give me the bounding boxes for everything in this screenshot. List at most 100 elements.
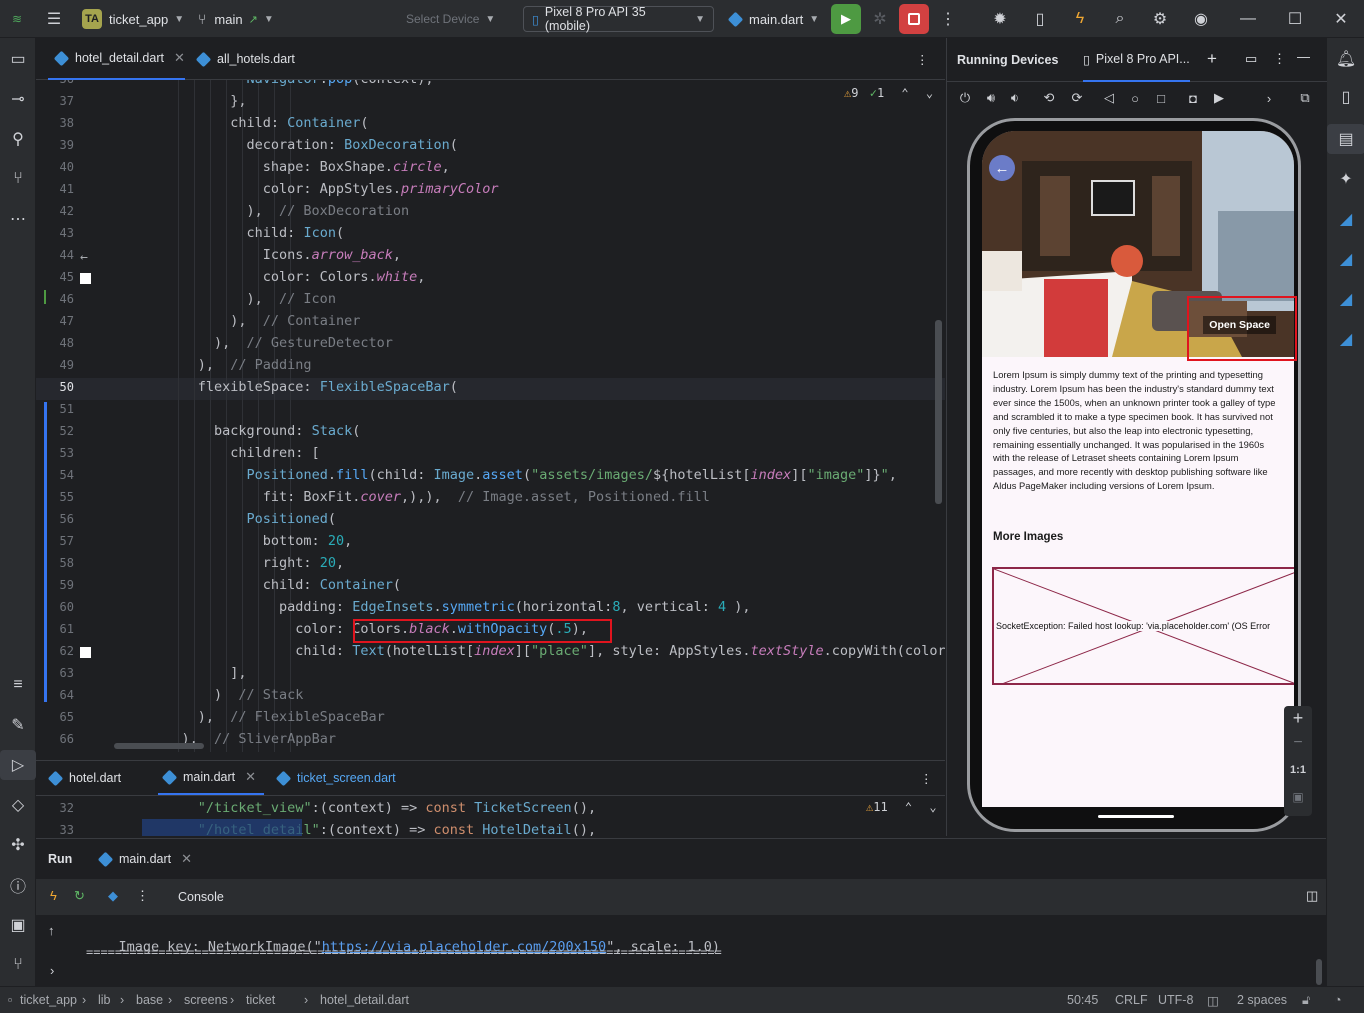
inspection-widget[interactable]: ⚠9 ✓1 ⌃ ⌄: [844, 86, 933, 100]
tab-options-icon[interactable]: ⋮: [920, 761, 933, 795]
device-screen[interactable]: ← Open Space Lorem Ipsum is simply dummy…: [982, 131, 1294, 807]
vertical-scrollbar[interactable]: [935, 320, 942, 504]
zoom-fit-icon[interactable]: ▣: [1284, 790, 1312, 804]
hot-reload-icon[interactable]: ϟ: [50, 888, 57, 903]
line-separator[interactable]: CRLF: [1115, 993, 1148, 1007]
flutter-performance-icon[interactable]: ◢: [1327, 284, 1364, 314]
more-actions-icon[interactable]: ⋮: [934, 0, 962, 38]
close-tab-icon[interactable]: ✕: [174, 50, 185, 66]
debug-icon[interactable]: ✲: [866, 0, 894, 38]
build-icon[interactable]: ✎: [0, 710, 36, 740]
maximize-icon[interactable]: ☐: [1281, 0, 1309, 38]
close-tab-icon[interactable]: ✕: [245, 769, 256, 785]
account-icon[interactable]: ◉: [1187, 0, 1215, 38]
readonly-icon[interactable]: ◫: [1207, 993, 1219, 1008]
home-nav-icon[interactable]: ○: [1125, 88, 1145, 108]
run-config-dropdown[interactable]: main.dart ▼: [727, 0, 819, 38]
hot-restart-icon[interactable]: ↻: [74, 888, 85, 904]
breadcrumb-item[interactable]: ticket: [246, 993, 275, 1007]
minimize-icon[interactable]: —: [1234, 0, 1262, 38]
more-controls-icon[interactable]: ›: [1259, 88, 1279, 108]
add-device-icon[interactable]: +: [1207, 49, 1217, 69]
notifications-icon[interactable]: 🔔︎: [1327, 44, 1364, 74]
overview-nav-icon[interactable]: □: [1151, 88, 1171, 108]
gemini-icon[interactable]: ✦: [1327, 164, 1364, 194]
project-folder-icon[interactable]: ▭: [0, 44, 36, 74]
breadcrumb-item[interactable]: lib: [98, 993, 111, 1007]
tab-main[interactable]: main.dart ✕: [158, 761, 265, 795]
breadcrumb-item[interactable]: base: [136, 993, 163, 1007]
device-dropdown[interactable]: ▯ Pixel 8 Pro API 35 (mobile) ▼: [523, 5, 714, 33]
sdk-manager-icon[interactable]: ▯: [1026, 0, 1054, 38]
power-icon[interactable]: ⏻: [955, 88, 975, 108]
next-highlight-icon[interactable]: ⌄: [926, 86, 933, 100]
lock-icon[interactable]: 🔓︎: [1302, 993, 1310, 1008]
back-nav-icon[interactable]: ◁: [1099, 88, 1119, 108]
commit-icon[interactable]: ⊸: [0, 84, 36, 114]
tab-options-icon[interactable]: ⋮: [916, 38, 929, 80]
screenshot-icon[interactable]: ◘: [1183, 88, 1203, 108]
run-tab-main[interactable]: main.dart ✕: [97, 839, 192, 879]
branch-selector[interactable]: ⑂ main ↗ ▼: [198, 0, 274, 38]
close-tab-icon[interactable]: ✕: [181, 851, 192, 867]
more-tools-icon[interactable]: ⋯: [0, 204, 36, 234]
device-tab[interactable]: ▯ Pixel 8 Pro API...: [1083, 38, 1190, 82]
previous-highlight-icon[interactable]: ⌃: [905, 800, 912, 814]
structure-icon[interactable]: ⚲: [0, 124, 36, 154]
window-layout-icon[interactable]: ▭: [1245, 51, 1257, 67]
inspection-widget[interactable]: ⚠11 ⌃ ⌄: [866, 800, 937, 814]
volume-down-icon[interactable]: 🔉︎: [1005, 88, 1025, 108]
logcat-icon[interactable]: ✣: [0, 830, 36, 860]
mirroring-settings-icon[interactable]: ⧉: [1295, 88, 1315, 108]
indent-setting[interactable]: 2 spaces: [1237, 993, 1287, 1007]
zoom-in-icon[interactable]: +: [1284, 708, 1312, 729]
caret-position[interactable]: 50:45: [1067, 993, 1098, 1007]
settings-gear-icon[interactable]: ⚙: [1146, 0, 1174, 38]
search-icon[interactable]: ⌕: [1106, 0, 1134, 38]
horizontal-scrollbar[interactable]: [114, 743, 204, 749]
console-scrollbar[interactable]: [1316, 959, 1322, 985]
color-swatch-white[interactable]: [80, 273, 91, 284]
expand-icon[interactable]: ›: [50, 963, 54, 978]
version-control-icon[interactable]: ⑂: [0, 950, 36, 980]
scroll-up-icon[interactable]: ↑: [48, 923, 55, 938]
stop-button[interactable]: [899, 4, 929, 34]
main-menu-icon[interactable]: ☰: [40, 0, 68, 38]
breadcrumb-item[interactable]: screens: [184, 993, 228, 1007]
layout-toggle-icon[interactable]: ◫: [1306, 888, 1318, 904]
breadcrumb-item[interactable]: ticket_app: [20, 993, 77, 1007]
screen-record-icon[interactable]: ▶: [1209, 88, 1229, 108]
hide-panel-icon[interactable]: —: [1297, 49, 1310, 64]
console-tab[interactable]: Console: [178, 890, 224, 904]
profiler-icon[interactable]: ◇: [0, 790, 36, 820]
todo-icon[interactable]: ≡: [0, 670, 36, 700]
tab-hotel-detail[interactable]: hotel_detail.dart ✕: [48, 38, 185, 80]
device-manager-icon[interactable]: ✹: [986, 0, 1014, 38]
next-highlight-icon[interactable]: ⌄: [929, 800, 936, 814]
back-button[interactable]: ←: [989, 155, 1015, 181]
pull-requests-icon[interactable]: ⑂: [0, 164, 36, 194]
memory-indicator-icon[interactable]: ◔: [1334, 993, 1342, 1007]
volume-up-icon[interactable]: 🔊︎: [981, 88, 1001, 108]
flutter-inspector-icon[interactable]: ◢: [1327, 204, 1364, 234]
file-encoding[interactable]: UTF-8: [1158, 993, 1193, 1007]
zoom-actual-size[interactable]: 1:1: [1284, 764, 1312, 776]
previous-highlight-icon[interactable]: ⌃: [901, 86, 908, 100]
flutter-deep-links-icon[interactable]: ◢: [1327, 324, 1364, 354]
code-editor[interactable]: 36 Navigator.pop(context), 37 }, 38 child:…: [36, 80, 945, 752]
tab-hotel[interactable]: hotel.dart: [47, 761, 121, 795]
hot-reload-icon[interactable]: ϟ: [1066, 0, 1094, 38]
close-window-icon[interactable]: ✕: [1327, 0, 1355, 38]
rotate-left-icon[interactable]: ⟲: [1039, 88, 1059, 108]
tab-all-hotels[interactable]: all_hotels.dart: [195, 38, 295, 80]
running-devices-icon[interactable]: ▤: [1327, 124, 1364, 154]
breadcrumb-item[interactable]: hotel_detail.dart: [320, 993, 409, 1007]
run-button[interactable]: ▶: [831, 4, 861, 34]
flutter-outline-icon[interactable]: ◢: [1327, 244, 1364, 274]
run-tool-icon[interactable]: ▷: [0, 750, 36, 780]
devtools-icon[interactable]: ◆: [108, 888, 118, 904]
select-device-dropdown[interactable]: Select Device ▼: [406, 0, 495, 38]
tab-ticket-screen[interactable]: ticket_screen.dart: [275, 761, 396, 795]
project-selector[interactable]: TA ticket_app ▼: [82, 0, 184, 38]
home-indicator[interactable]: [1098, 815, 1174, 818]
